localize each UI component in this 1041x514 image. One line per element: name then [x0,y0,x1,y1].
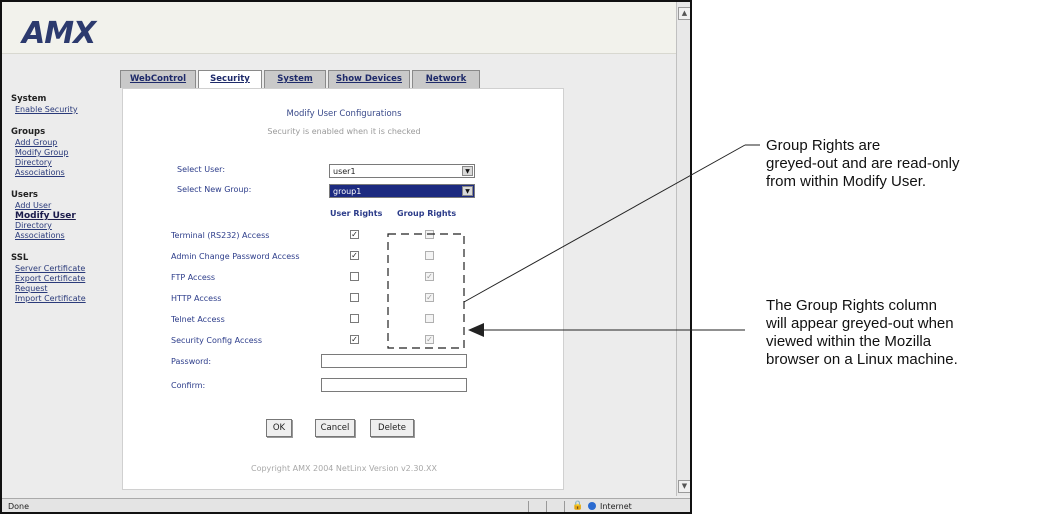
group-rights-highlight-box [387,233,465,349]
callout-top: Group Rights are greyed-out and are read… [766,137,959,191]
callout-top-line: greyed-out and are read-only [766,155,960,172]
callout-top-line: from within Modify User. [766,173,927,190]
callout-bottom-line: browser on a Linux machine. [766,351,958,368]
arrow-left-icon [468,323,484,337]
callout-top-line: Group Rights are [766,137,881,154]
callout-bottom-line: will appear greyed-out when [766,315,954,332]
callout-bottom-line: viewed within the Mozilla [766,333,932,350]
callout-bottom-line: The Group Rights column [766,297,937,314]
callout-line-top [463,144,746,303]
callout-bottom: The Group Rights column will appear grey… [766,297,958,369]
callout-lines [387,144,760,349]
